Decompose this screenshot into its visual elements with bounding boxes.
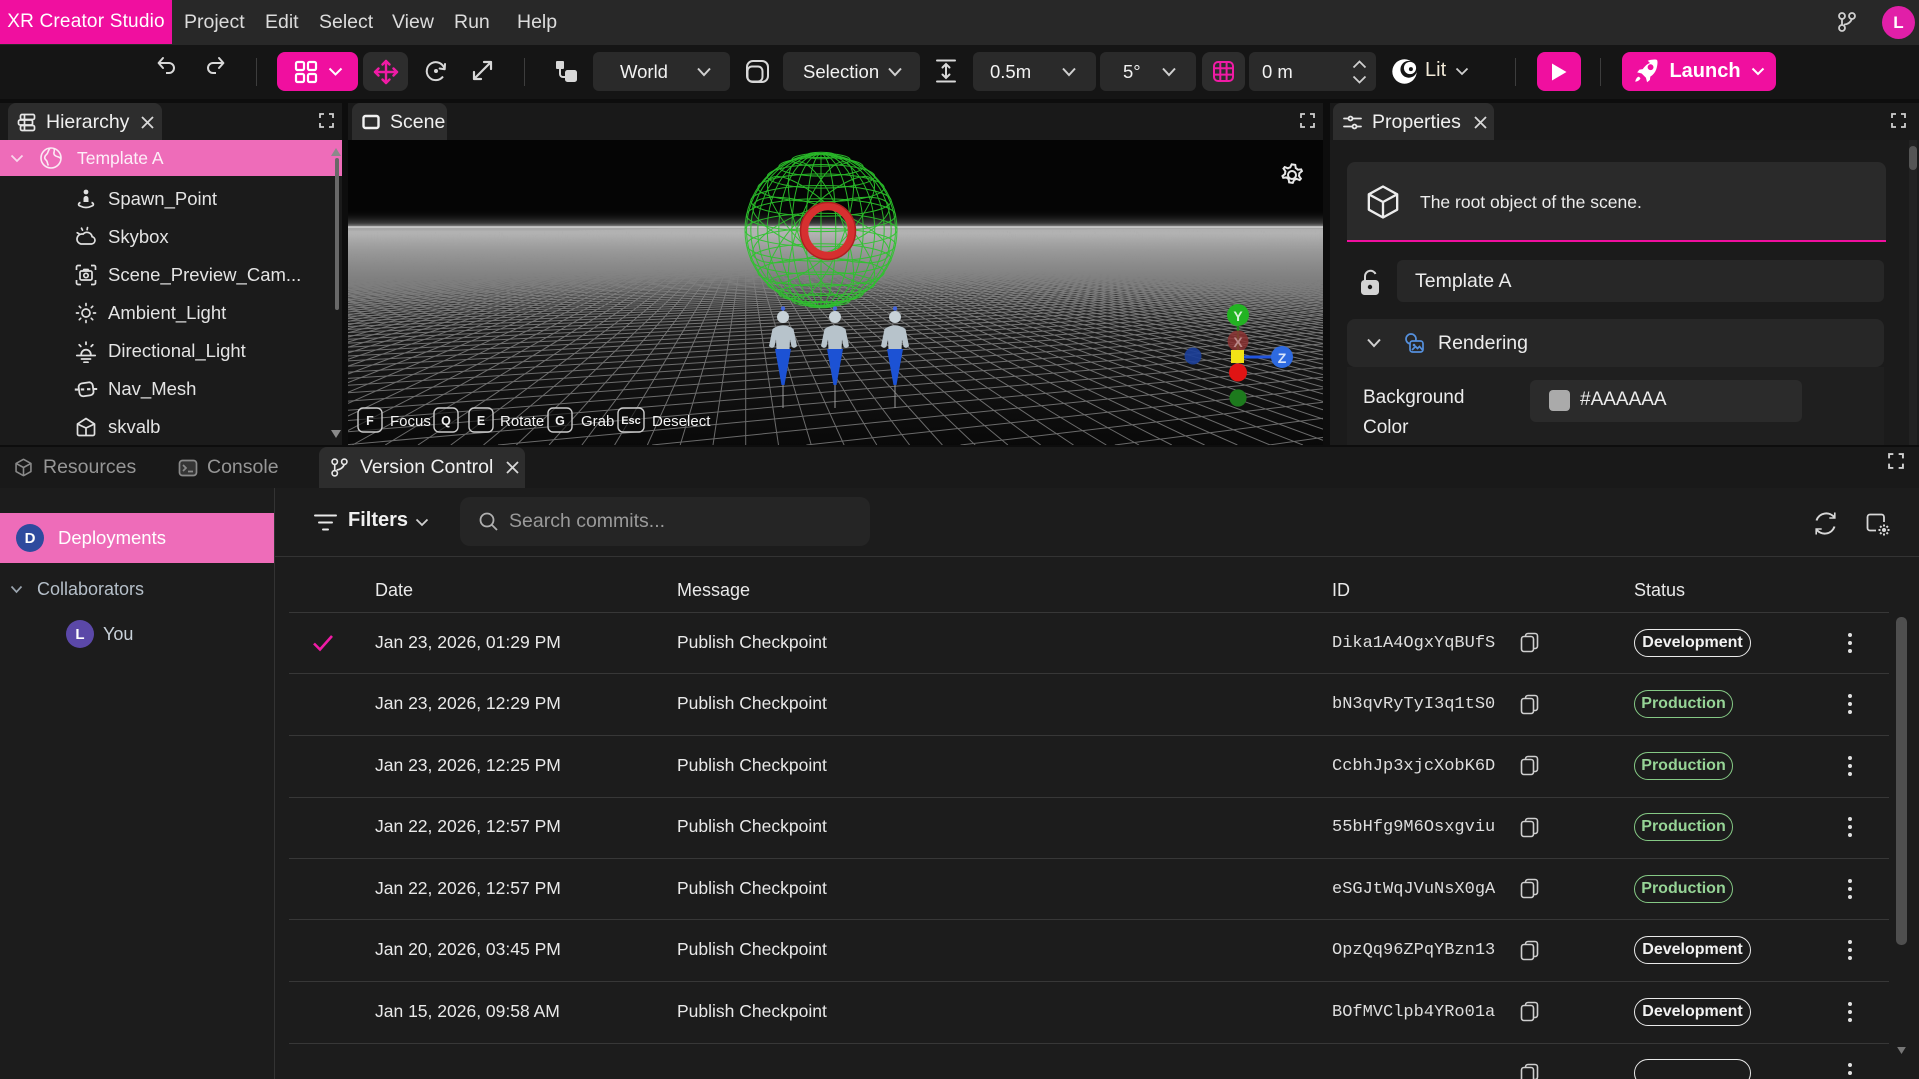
svg-text:Focus: Focus — [390, 413, 431, 430]
svg-text:Z: Z — [1278, 350, 1287, 366]
svg-text:Deselect: Deselect — [652, 413, 711, 430]
svg-text:E: E — [477, 414, 485, 428]
svg-text:X: X — [1233, 334, 1243, 350]
svg-text:G: G — [555, 414, 565, 428]
svg-text:Q: Q — [441, 414, 451, 428]
svg-text:Esc: Esc — [621, 415, 641, 427]
svg-text:Y: Y — [1233, 308, 1243, 324]
svg-text:Rotate: Rotate — [500, 413, 544, 430]
svg-text:Grab: Grab — [581, 413, 614, 430]
svg-text:F: F — [366, 414, 374, 428]
